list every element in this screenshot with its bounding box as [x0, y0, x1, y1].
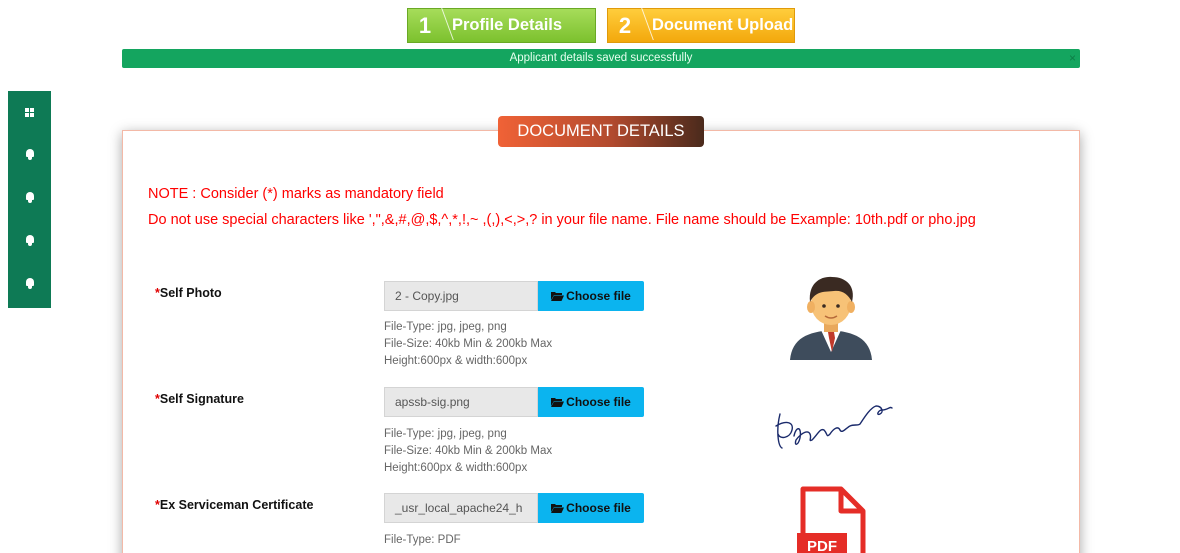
field-label-text: Ex Serviceman Certificate	[159, 498, 314, 512]
ex-serviceman-choose-button[interactable]: Choose file	[538, 493, 644, 523]
pdf-file-icon: PDF	[797, 486, 866, 553]
field-label-text: Self Photo	[159, 286, 222, 300]
bell-icon	[25, 277, 35, 289]
self-photo-file-input[interactable]: 2 - Copy.jpg	[384, 281, 538, 311]
pdf-label: PDF	[807, 538, 837, 553]
sidebar-item-notification-3[interactable]	[8, 228, 51, 252]
ex-serviceman-certificate-label: *Ex Serviceman Certificate	[155, 498, 313, 512]
self-photo-choose-button[interactable]: Choose file	[538, 281, 644, 311]
user-avatar-icon	[790, 276, 872, 360]
bell-icon	[25, 234, 35, 246]
hint-line: File-Type: jpg, jpeg, png	[384, 428, 507, 440]
hint-line: File-Type: jpg, jpeg, png	[384, 321, 507, 333]
folder-open-icon	[551, 504, 565, 513]
hint-line: File-Type: PDF	[384, 534, 461, 546]
alert-message: Applicant details saved successfully	[509, 52, 693, 64]
page: 1 Profile Details 2 Document Upload Appl…	[0, 0, 1180, 553]
bell-icon	[25, 191, 35, 203]
step-number: 2	[608, 13, 642, 39]
step-label: Profile Details	[452, 16, 563, 34]
self-photo-hints: File-Type: jpg, jpeg, png File-Size: 40k…	[384, 319, 552, 370]
folder-open-icon	[551, 292, 565, 301]
mandatory-note: NOTE : Consider (*) marks as mandatory f…	[148, 186, 444, 202]
hint-line: Height:600px & width:600px	[384, 355, 528, 367]
card-title: DOCUMENT DETAILS	[498, 116, 704, 147]
hint-line: File-Size: 40kb Min & 200kb Max	[384, 445, 553, 457]
step-label: Document Upload	[652, 16, 794, 34]
choose-button-label: Choose file	[566, 289, 631, 303]
self-signature-file-input[interactable]: apssb-sig.png	[384, 387, 538, 417]
step-profile-details[interactable]: 1 Profile Details	[407, 8, 596, 43]
field-label-text: Self Signature	[159, 392, 244, 406]
sidebar-item-notification-2[interactable]	[8, 185, 51, 209]
step-number: 1	[408, 13, 442, 39]
ex-serviceman-hints: File-Type: PDF	[384, 532, 461, 549]
self-signature-choose-button[interactable]: Choose file	[538, 387, 644, 417]
self-photo-label: *Self Photo	[155, 286, 222, 300]
filename-note: Do not use special characters like ',",&…	[148, 212, 976, 228]
folder-open-icon	[551, 398, 565, 407]
close-icon[interactable]: ×	[1069, 49, 1076, 68]
self-signature-label: *Self Signature	[155, 392, 244, 406]
hint-line: File-Size: 40kb Min & 200kb Max	[384, 338, 553, 350]
self-signature-hints: File-Type: jpg, jpeg, png File-Size: 40k…	[384, 426, 552, 477]
ex-serviceman-file-input[interactable]: _usr_local_apache24_h	[384, 493, 538, 523]
step-document-upload[interactable]: 2 Document Upload	[607, 8, 795, 43]
success-alert: Applicant details saved successfully ×	[122, 49, 1080, 68]
hint-line: Height:600px & width:600px	[384, 462, 528, 474]
bell-icon	[25, 148, 35, 160]
sidebar-item-notification-4[interactable]	[8, 271, 51, 295]
grid-icon	[25, 107, 34, 117]
choose-button-label: Choose file	[566, 501, 631, 515]
sidebar-item-dashboard[interactable]	[8, 100, 51, 124]
sidebar-item-notification-1[interactable]	[8, 142, 51, 166]
signature-image	[775, 405, 893, 449]
choose-button-label: Choose file	[566, 395, 631, 409]
sidebar	[8, 91, 51, 308]
